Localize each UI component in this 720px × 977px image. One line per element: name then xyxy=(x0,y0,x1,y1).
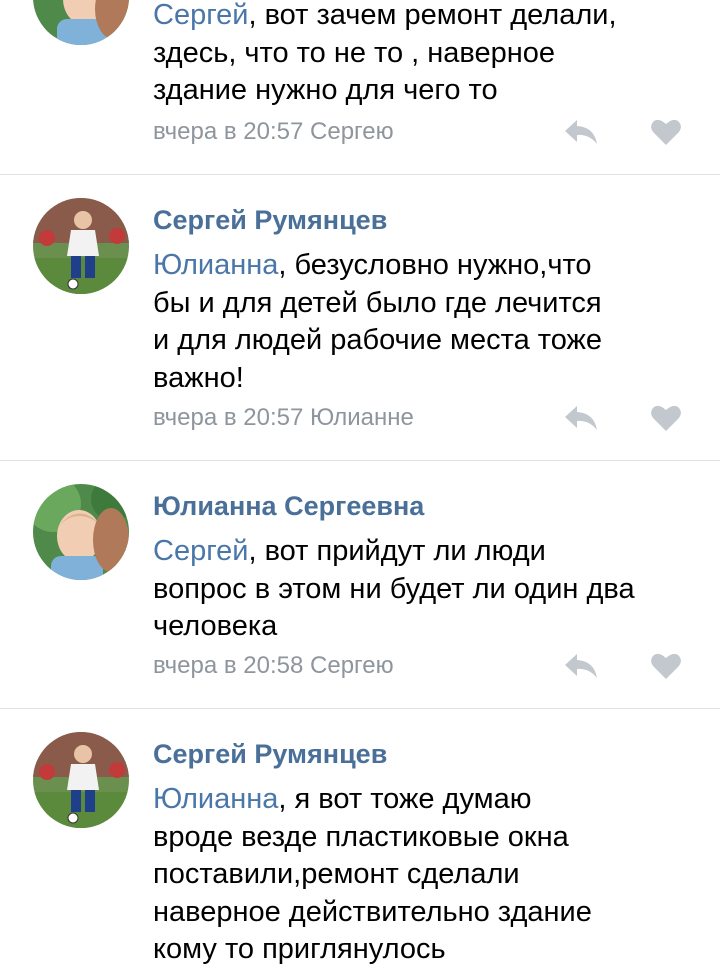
comment-text: Юлианна, я вот тоже думаю вроде везде пл… xyxy=(153,783,592,965)
mention-link[interactable]: Юлианна xyxy=(153,249,278,281)
comment-author[interactable]: Юлианна Сергеевна xyxy=(153,491,424,522)
avatar[interactable] xyxy=(33,732,129,828)
reply-button[interactable] xyxy=(563,403,599,433)
comment-text: Сергей, вот зачем ремонт делали, здесь, … xyxy=(153,0,617,106)
comment-author[interactable]: Сергей Румянцев xyxy=(153,739,387,770)
mention-link[interactable]: Юлианна xyxy=(153,783,278,815)
child-photo-avatar xyxy=(33,0,129,45)
reply-icon xyxy=(565,406,597,430)
comment-text: Сергей, вот прийдут ли люди вопрос в это… xyxy=(153,535,635,642)
heart-icon xyxy=(651,405,681,431)
mention-link[interactable]: Сергей xyxy=(153,535,248,567)
mention-link[interactable]: Сергей xyxy=(153,0,248,31)
comment: Сергей Румянцев Юлианна, безусловно нужн… xyxy=(0,175,720,460)
avatar[interactable] xyxy=(33,484,129,580)
reply-button[interactable] xyxy=(563,651,599,681)
avatar[interactable] xyxy=(33,198,129,294)
comment-author[interactable]: Сергей Румянцев xyxy=(153,205,387,236)
reply-icon xyxy=(565,654,597,678)
child-photo-avatar xyxy=(33,484,129,580)
reply-icon xyxy=(565,120,597,144)
footballer-photo-avatar xyxy=(33,732,129,828)
avatar[interactable] xyxy=(33,0,129,45)
like-button[interactable] xyxy=(650,403,682,433)
heart-icon xyxy=(651,653,681,679)
comment-meta: вчера в 20:58 Сергею xyxy=(153,652,394,679)
like-button[interactable] xyxy=(650,651,682,681)
heart-icon xyxy=(651,119,681,145)
like-button[interactable] xyxy=(650,117,682,147)
footballer-photo-avatar xyxy=(33,198,129,294)
comment: Сергей, вот зачем ремонт делали, здесь, … xyxy=(0,0,720,175)
reply-button[interactable] xyxy=(563,117,599,147)
comment: Сергей Румянцев Юлианна, я вот тоже дума… xyxy=(0,709,720,977)
comment: Юлианна Сергеевна Сергей, вот прийдут ли… xyxy=(0,461,720,708)
comment-text: Юлианна, безусловно нужно,что бы и для д… xyxy=(153,249,603,394)
comment-meta: вчера в 20:57 Юлианне xyxy=(153,404,414,431)
comment-meta: вчера в 20:57 Сергею xyxy=(153,118,394,145)
